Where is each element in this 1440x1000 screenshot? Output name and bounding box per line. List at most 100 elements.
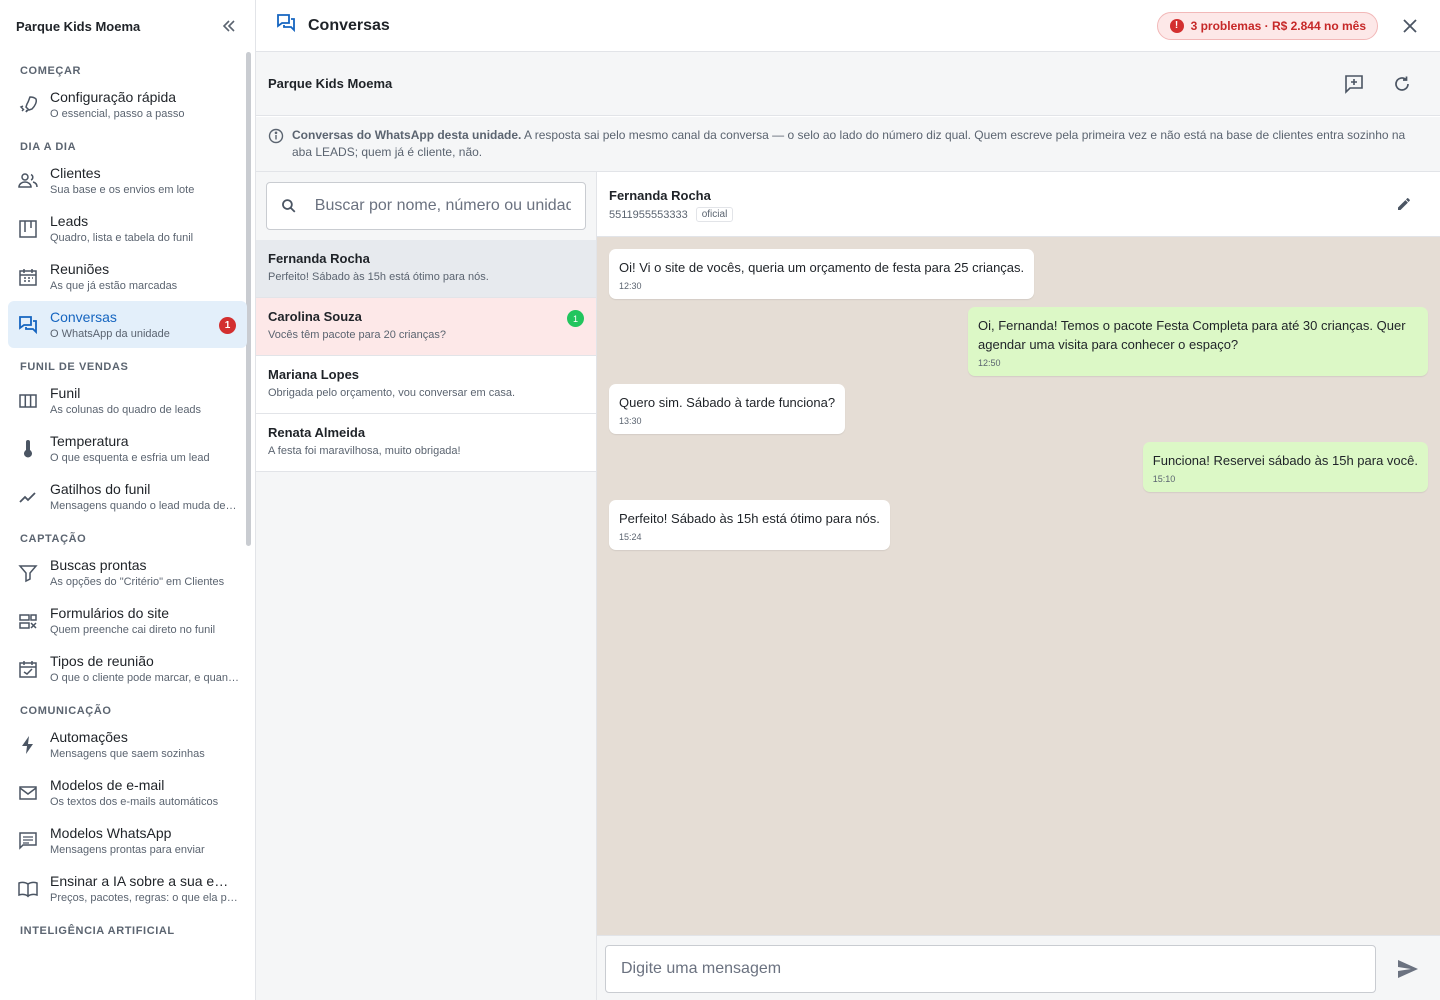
search-input[interactable] [314, 197, 571, 215]
thermometer-icon [18, 439, 38, 459]
conversation-preview: Perfeito! Sábado às 15h está ótimo para … [268, 271, 489, 283]
refresh-icon [1395, 76, 1409, 91]
conversation-item[interactable]: Renata Almeida A festa foi maravilhosa, m… [256, 414, 596, 472]
sidebar-item[interactable]: Leads Quadro, lista e tabela do funil [8, 205, 247, 252]
composer [597, 935, 1440, 1000]
info-icon [268, 128, 284, 144]
sidebar-item[interactable]: Formulários do site Quem preenche cai dir… [8, 597, 247, 644]
event-icon [18, 659, 38, 679]
unit-title: Parque Kids Moema [16, 18, 141, 34]
sidebar-item[interactable]: Conversas O WhatsApp da unidade 1 [8, 301, 247, 348]
message-text: Funciona! Reservei sábado às 15h para vo… [1152, 453, 1418, 468]
incoming-message: Oi! Vi o site de vocês, queria um orçame… [609, 249, 1428, 299]
conversation-name: Carolina Souza [268, 309, 362, 324]
incoming-message: Quero sim. Sábado à tarde funciona? 13:30 [609, 384, 1428, 434]
conversation-item[interactable]: Carolina Souza Vocês têm pacote para 20 c… [256, 298, 596, 356]
sidebar-item-subtitle: Preços, pacotes, regras: o que ela preci… [50, 892, 239, 904]
columns-icon [18, 391, 38, 411]
page-title: Conversas [308, 16, 390, 34]
conversation-name: Mariana Lopes [268, 367, 360, 382]
info-bold: Conversas do WhatsApp desta unidade. [292, 128, 522, 142]
sidebar-item[interactable]: Automações Mensagens que saem sozinhas [8, 721, 247, 768]
chat-icon [276, 13, 296, 38]
unit-header: Parque Kids Moema [256, 52, 1440, 116]
close-icon [1403, 18, 1417, 33]
sidebar-item-subtitle: O WhatsApp da unidade [50, 328, 170, 340]
message-text: Perfeito! Sábado às 15h está ótimo para … [619, 511, 880, 526]
conversation-preview: A festa foi maravilhosa, muito obrigada! [268, 445, 461, 457]
sidebar-item-subtitle: Mensagens prontas para enviar [50, 844, 205, 856]
sidebar-item[interactable]: Tipos de reunião O que o cliente pode mar… [8, 645, 247, 692]
sidebar-item-label: Conversas [50, 309, 117, 325]
message-text: Quero sim. Sábado à tarde funciona? [619, 395, 836, 410]
problems-badge[interactable]: ! 3 problemas · R$ 2.844 no mês [1156, 11, 1378, 40]
sidebar-item[interactable]: Modelos de e-mail Os textos dos e-mails a… [8, 769, 247, 816]
sidebar-item[interactable]: Clientes Sua base e os envios em lote [8, 157, 247, 204]
sidebar-item-label: Gatilhos do funil [50, 481, 151, 497]
add-chat-icon [1345, 74, 1363, 94]
sidebar-item[interactable]: Gatilhos do funil Mensagens quando o lead… [8, 473, 247, 520]
sidebar-item-label: Tipos de reunião [50, 653, 154, 669]
sidebar-item-subtitle: O que o cliente pode marcar, e quando [50, 672, 239, 684]
sidebar-item[interactable]: Temperatura O que esquenta e esfria um le… [8, 425, 247, 472]
sidebar-item-label: Buscas prontas [50, 557, 147, 573]
sidebar-section-title: CAPTAÇÃO [20, 533, 87, 545]
sidebar-section-title: INTELIGÊNCIA ARTIFICIAL [20, 925, 175, 937]
conversation-item[interactable]: Mariana Lopes Obrigada pelo orçamento, vo… [256, 356, 596, 414]
sidebar-item-subtitle: As opções do "Critério" em Clientes [50, 576, 225, 588]
sidebar-section-title: COMUNICAÇÃO [20, 705, 112, 717]
sidebar: Parque Kids Moema COMEÇAR Configuração rá… [0, 0, 256, 1000]
calendar-icon [18, 267, 38, 287]
chat-messages[interactable]: Oi! Vi o site de vocês, queria um orçame… [597, 237, 1440, 935]
contact-name: Fernanda Rocha [609, 188, 711, 203]
unit-name: Parque Kids Moema [268, 76, 393, 91]
sidebar-item-subtitle: Quadro, lista e tabela do funil [50, 232, 194, 244]
info-banner: Conversas do WhatsApp desta unidade. A r… [256, 117, 1440, 172]
sidebar-item-label: Clientes [50, 165, 101, 181]
send-button[interactable] [1396, 957, 1420, 981]
message-bubble: Quero sim. Sábado à tarde funciona? 13:30 [609, 384, 846, 434]
conversation-preview: Vocês têm pacote para 20 crianças? [268, 329, 446, 341]
sidebar-item-subtitle: O essencial, passo a passo [50, 108, 185, 120]
message-bubble: Oi! Vi o site de vocês, queria um orçame… [609, 249, 1035, 299]
people-icon [18, 171, 38, 191]
message-time: 13:30 [619, 416, 642, 426]
sidebar-item[interactable]: Reuniões As que já estão marcadas [8, 253, 247, 300]
incoming-message: Perfeito! Sábado às 15h está ótimo para … [609, 500, 1428, 550]
close-button[interactable] [1400, 16, 1420, 36]
outgoing-message: Funciona! Reservei sábado às 15h para vo… [609, 442, 1428, 492]
sidebar-item[interactable]: Funil As colunas do quadro de leads [8, 377, 247, 424]
message-bubble: Funciona! Reservei sábado às 15h para vo… [1142, 442, 1428, 492]
sidebar-item[interactable]: Buscas prontas As opções do "Critério" em… [8, 549, 247, 596]
send-icon [1398, 960, 1418, 978]
message-time: 12:30 [619, 281, 642, 291]
sidebar-item[interactable]: Ensinar a IA sobre a sua empresa Preços, … [8, 865, 247, 912]
conversation-name: Fernanda Rocha [268, 251, 370, 266]
edit-contact-button[interactable] [1394, 194, 1414, 214]
sidebar-item-subtitle: As colunas do quadro de leads [50, 404, 202, 416]
message-bubble: Perfeito! Sábado às 15h está ótimo para … [609, 500, 890, 550]
sidebar-section-title: DIA A DIA [20, 141, 77, 153]
refresh-button[interactable] [1392, 74, 1412, 94]
sidebar-item-subtitle: Mensagens quando o lead muda de etapa [50, 500, 239, 512]
sidebar-item-label: Funil [50, 385, 81, 401]
outgoing-message: Oi, Fernanda! Temos o pacote Festa Compl… [609, 307, 1428, 376]
collapse-sidebar-button[interactable] [219, 16, 239, 36]
unread-count-badge: 1 [567, 310, 584, 327]
kanban-icon [18, 219, 38, 239]
alert-icon: ! [1169, 18, 1184, 33]
sidebar-item-subtitle: Mensagens que saem sozinhas [50, 748, 205, 760]
top-bar: Conversas ! 3 problemas · R$ 2.844 no mê… [256, 0, 1440, 52]
mail-icon [18, 783, 38, 803]
sidebar-header: Parque Kids Moema [0, 0, 255, 52]
message-input[interactable] [605, 945, 1376, 993]
sidebar-item-label: Reuniões [50, 261, 110, 277]
conversation-item[interactable]: Fernanda Rocha Perfeito! Sábado às 15h es… [256, 240, 596, 298]
channel-tag: oficial [695, 207, 734, 222]
sidebar-scrollbar[interactable] [246, 52, 251, 546]
sidebar-item[interactable]: Modelos WhatsApp Mensagens prontas para e… [8, 817, 247, 864]
form-icon [18, 611, 38, 631]
contact-phone: 5511955553333 [609, 208, 688, 221]
new-conversation-button[interactable] [1344, 74, 1364, 94]
sidebar-item[interactable]: Configuração rápida O essencial, passo a … [8, 81, 247, 128]
